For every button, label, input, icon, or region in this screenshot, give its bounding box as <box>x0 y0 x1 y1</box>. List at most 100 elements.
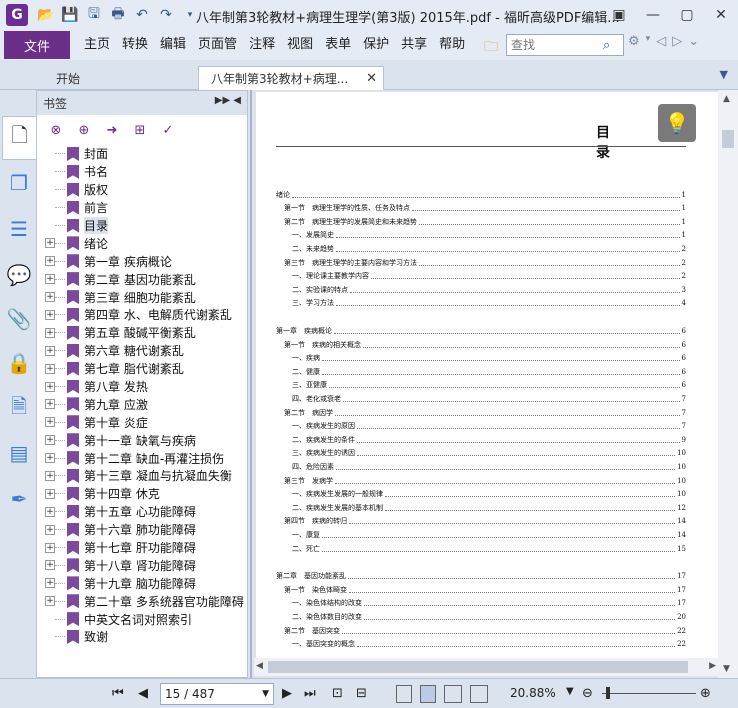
ribbon-tab-5[interactable]: 视图 <box>281 30 319 60</box>
ribbon-tab-4[interactable]: 注释 <box>243 30 281 60</box>
toc-entry[interactable]: 二、健康 6 <box>276 365 686 378</box>
attachments-panel-icon[interactable]: 📎 <box>6 306 32 332</box>
bookmark-item[interactable]: + 第五章 酸碱平衡紊乱 <box>43 324 247 342</box>
maximize-button[interactable]: ▢ <box>670 0 704 30</box>
zoom-dropdown-icon[interactable]: ▼ <box>566 686 574 697</box>
ribbon-tab-8[interactable]: 共享 <box>395 30 433 60</box>
toc-entry[interactable]: 四、危险因素 10 <box>276 460 686 473</box>
bookmark-arrow-icon[interactable]: ➜ <box>103 121 121 139</box>
document-properties-icon[interactable]: 🗎 <box>6 394 32 422</box>
next-page-icon[interactable]: ▶ <box>282 686 292 701</box>
expand-icon[interactable]: + <box>45 256 55 267</box>
search-box[interactable]: ⌕ <box>506 34 624 56</box>
vertical-scrollbar[interactable]: ▲ ▼ <box>718 90 738 678</box>
bookmark-item[interactable]: 书名 <box>43 163 247 181</box>
previous-arrow-icon[interactable]: ◁ <box>656 34 666 49</box>
toc-entry[interactable]: 第一节 病理生理学的性质、任务及特点 1 <box>276 202 686 215</box>
toc-entry[interactable]: 一、疾病 6 <box>276 352 686 365</box>
bookmark-item[interactable]: 中英文名词对照索引 <box>43 610 247 628</box>
bookmark-item[interactable]: + 第二十章 多系统器官功能障碍 <box>43 592 247 610</box>
toc-entry[interactable]: 一、发展简史 1 <box>276 229 686 242</box>
search-icon[interactable]: ⌕ <box>603 38 623 53</box>
zoom-in-icon[interactable]: ⊕ <box>700 686 711 701</box>
bookmark-item[interactable]: + 第十五章 心功能障碍 <box>43 503 247 521</box>
ribbon-tab-6[interactable]: 表单 <box>319 30 357 60</box>
document-view[interactable]: 目 录 绪论 1 第一节 病理生理学的性质、任务及特点 1 第二节 病理生理学的发展简史… <box>250 90 718 678</box>
first-page-icon[interactable]: ⏮ <box>112 686 124 701</box>
toc-entry[interactable]: 一、理论课主要教学内容 2 <box>276 270 686 283</box>
scroll-left-icon[interactable]: ◀ <box>256 661 263 671</box>
toc-entry[interactable]: 第二节 病理生理学的发展简史和未来趋势 1 <box>276 215 686 228</box>
bookmark-item[interactable]: + 绪论 <box>43 234 247 252</box>
toc-entry[interactable]: 第二节 病因学 7 <box>276 406 686 419</box>
bookmark-item[interactable]: 前言 <box>43 199 247 217</box>
bookmark-item[interactable]: + 第十七章 肝功能障碍 <box>43 539 247 557</box>
expand-icon[interactable]: + <box>45 506 55 517</box>
find-folder-icon[interactable]: 🗀 <box>484 36 502 55</box>
expand-icon[interactable]: + <box>45 417 55 428</box>
bookmark-item[interactable]: + 第十三章 凝血与抗凝血失衡 <box>43 467 247 485</box>
bookmark-item[interactable]: + 第四章 水、电解质代谢紊乱 <box>43 306 247 324</box>
expand-icon[interactable]: + <box>45 453 55 464</box>
file-menu-button[interactable]: 文件 <box>4 31 70 59</box>
panel-controls-icon[interactable]: ▶▶ ◀ <box>215 95 241 106</box>
toc-entry[interactable]: 第一节 疾病的相关概念 6 <box>276 338 686 351</box>
bookmark-item[interactable]: + 第九章 应激 <box>43 395 247 413</box>
add-page-bookmark-icon[interactable]: ⊞ <box>131 121 149 139</box>
expand-icon[interactable]: + <box>45 327 55 338</box>
bookmark-item[interactable]: + 第一章 疾病概论 <box>43 252 247 270</box>
bookmark-item[interactable]: 封面 <box>43 145 247 163</box>
expand-icon[interactable]: + <box>45 381 55 392</box>
bookmark-item[interactable]: 目录 <box>43 217 247 235</box>
page-dropdown-icon[interactable]: ▼ <box>262 689 269 699</box>
pages-panel-icon[interactable]: ❐ <box>6 170 32 196</box>
toc-entry[interactable]: 三、疾病发生的诱因 10 <box>276 447 686 460</box>
next-arrow-icon[interactable]: ▷ <box>672 34 682 49</box>
bookmark-check-icon[interactable]: ✓ <box>159 121 177 139</box>
expand-icon[interactable]: + <box>45 435 55 446</box>
scroll-right-icon[interactable]: ▶ <box>709 661 716 671</box>
bookmark-item[interactable]: + 第十二章 缺血-再灌注损伤 <box>43 449 247 467</box>
toc-entry[interactable]: 第二节 基因突变 22 <box>276 624 686 637</box>
single-page-view-icon[interactable] <box>396 685 412 703</box>
ribbon-tab-2[interactable]: 编辑 <box>154 30 192 60</box>
save-icon[interactable]: 💾 <box>60 5 80 25</box>
signature-panel-icon[interactable]: ✒ <box>6 486 32 512</box>
bookmark-item[interactable]: + 第十一章 缺氧与疾病 <box>43 431 247 449</box>
ribbon-tab-3[interactable]: 页面管 <box>192 30 243 60</box>
toc-entry[interactable]: 三、亚健康 6 <box>276 379 686 392</box>
toc-entry[interactable]: 第三节 病理生理学的主要内容和学习方法 2 <box>276 256 686 269</box>
bookmark-item[interactable]: + 第六章 糖代谢紊乱 <box>43 342 247 360</box>
undo-icon[interactable]: ↶ <box>132 5 152 25</box>
tab-list-dropdown-icon[interactable]: ▼ <box>720 68 728 81</box>
toc-entry[interactable]: 二、疾病发生的条件 9 <box>276 433 686 446</box>
toc-entry[interactable]: 第一节 染色体畸变 17 <box>276 583 686 596</box>
layers-panel-icon[interactable]: ☰ <box>6 216 32 242</box>
tab-document[interactable]: 八年制第3轮教材+病理... ✕ <box>198 66 384 90</box>
expand-icon[interactable]: + <box>45 470 55 481</box>
bookmark-item[interactable]: 致谢 <box>43 628 247 646</box>
scroll-down-icon[interactable]: ▼ <box>723 664 730 674</box>
ribbon-tab-7[interactable]: 保护 <box>357 30 395 60</box>
horizontal-scrollbar[interactable]: ◀ ▶ <box>254 658 718 676</box>
bookmark-panel-icon[interactable]: 🗋 <box>2 116 36 160</box>
ribbon-tab-0[interactable]: 主页 <box>78 30 116 60</box>
bookmark-item[interactable]: + 第十四章 休克 <box>43 485 247 503</box>
toc-entry[interactable]: 一、疾病发生发展的一般规律 10 <box>276 488 686 501</box>
toc-entry[interactable]: 四、老化或衰老 7 <box>276 392 686 405</box>
tips-lightbulb-icon[interactable]: 💡 <box>658 104 696 142</box>
open-folder-icon[interactable]: 📂 <box>36 5 56 25</box>
toc-entry[interactable]: 二、染色体数目的改变 20 <box>276 610 686 623</box>
bookmark-item[interactable]: + 第十章 炎症 <box>43 413 247 431</box>
ribbon-display-icon[interactable]: ▣ <box>602 0 636 30</box>
expand-icon[interactable]: + <box>45 542 55 553</box>
expand-icon[interactable]: + <box>45 363 55 374</box>
expand-icon[interactable]: + <box>45 292 55 303</box>
ribbon-tab-9[interactable]: 帮助 <box>433 30 471 60</box>
ribbon-tab-1[interactable]: 转换 <box>116 30 154 60</box>
toc-entry[interactable]: 三、学习方法 4 <box>276 297 686 310</box>
toc-entry[interactable]: 二、疾病发生发展的基本机制 12 <box>276 501 686 514</box>
bookmark-item[interactable]: 版权 <box>43 181 247 199</box>
expand-icon[interactable]: + <box>45 596 55 607</box>
toc-entry[interactable]: 一、疾病发生的原因 7 <box>276 420 686 433</box>
